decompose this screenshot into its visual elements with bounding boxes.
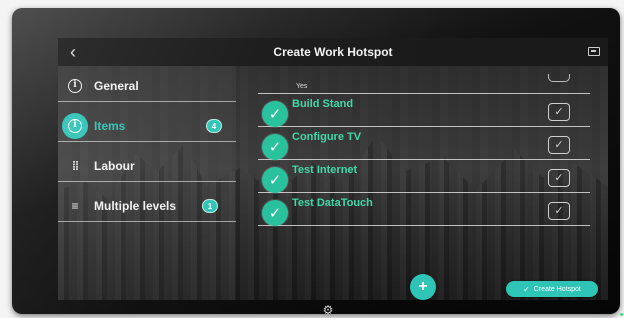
sidebar-item-general[interactable]: i General [58,70,236,102]
check-circle-icon: ✓ [262,200,288,226]
list-item[interactable]: ✓ Test Internet ✓ [258,161,590,193]
item-checkbox[interactable]: ✓ [548,202,570,220]
info-circle-icon: i [62,112,88,139]
sidebar-item-multiple-levels[interactable]: ≡ Multiple levels 1 [58,190,236,222]
sidebar-item-items[interactable]: i Items 4 [58,110,236,142]
select-all-checkbox[interactable] [548,74,570,82]
item-label: Test Internet [292,164,358,176]
count-badge: 1 [202,199,218,213]
item-label: Test DataTouch [292,197,373,209]
create-hotspot-button[interactable]: ✓ Create Hotspot [506,281,598,297]
check-circle-icon: ✓ [262,101,288,127]
items-list: Yes ✓ Build Stand ✓ ✓ Configure TV ✓ ✓ T… [258,74,590,266]
list-item[interactable]: ✓ Configure TV ✓ [258,128,590,160]
info-circle-icon: i [64,75,86,97]
sidebar-item-label: General [94,78,139,93]
device-frame: ‹ Create Work Hotspot i General i Items … [12,8,623,317]
add-button[interactable]: + [410,274,436,300]
list-header-label: Yes [296,83,308,90]
menu-icon: ≡ [71,198,79,213]
check-icon: ✓ [523,284,530,294]
app-screen: ‹ Create Work Hotspot i General i Items … [58,38,608,300]
check-circle-icon: ✓ [262,134,288,160]
chevron-left-icon[interactable]: ‹ [64,42,82,62]
item-checkbox[interactable]: ✓ [548,136,570,154]
sidebar: i General i Items 4 ⁞⁞ Labour ≡ Multiple… [58,66,236,300]
title-bar: ‹ Create Work Hotspot [58,38,608,66]
list-header: Yes [258,74,590,94]
item-checkbox[interactable]: ✓ [548,103,570,121]
check-circle-icon: ✓ [262,167,288,193]
create-hotspot-label: Create Hotspot [533,285,581,293]
sidebar-item-label: Labour [94,158,135,173]
item-label: Configure TV [292,131,362,143]
count-badge: 4 [206,119,222,133]
page-title: Create Work Hotspot [273,45,393,59]
item-label: Build Stand [292,98,354,110]
sidebar-item-label: Multiple levels [94,198,177,213]
list-item[interactable]: ✓ Build Stand ✓ [258,95,590,127]
sidebar-item-labour[interactable]: ⁞⁞ Labour [58,150,236,182]
list-item[interactable]: ✓ Test DataTouch ✓ [258,194,590,226]
item-checkbox[interactable]: ✓ [548,169,570,187]
sidebar-item-label: Items [94,118,126,133]
labour-icon: ⁞⁞ [72,158,79,173]
window-icon[interactable] [588,47,600,56]
